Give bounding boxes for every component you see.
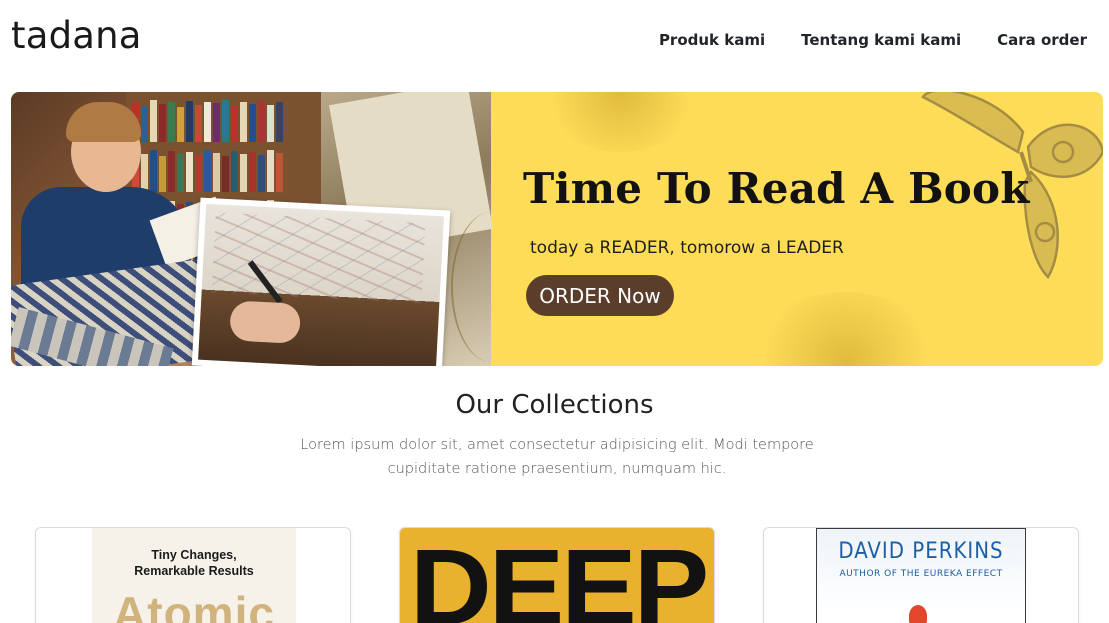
nav-link-produk-kami[interactable]: Produk kami	[659, 31, 765, 49]
hand-image	[229, 300, 302, 344]
leaf-decoration	[451, 212, 531, 362]
book-cover-deep-work: DEEP	[400, 527, 714, 623]
collections-description: Lorem ipsum dolor sit, amet consectetur …	[300, 437, 814, 477]
decor-blob	[751, 292, 941, 366]
collections-title: Our Collections	[455, 390, 654, 420]
cover-title: Atomic	[113, 587, 275, 623]
nav-link-tentang-kami[interactable]: Tentang kami kami	[801, 31, 961, 49]
cover-byline: AUTHOR OF THE EUREKA EFFECT	[839, 569, 1003, 579]
book-card[interactable]: Tiny Changes, Remarkable Results Atomic	[35, 527, 351, 623]
order-now-button[interactable]: ORDER Now	[526, 275, 674, 316]
decor-blob	[541, 92, 701, 152]
book-cover-atomic-habits: Tiny Changes, Remarkable Results Atomic	[92, 528, 296, 623]
brand-logo[interactable]: tadana	[11, 14, 142, 57]
nav-link-cara-order[interactable]: Cara order	[997, 31, 1087, 49]
nav-menu: Produk kami Tentang kami kami Cara order	[659, 31, 1087, 49]
book-card[interactable]: DAVID PERKINS AUTHOR OF THE EUREKA EFFEC…	[763, 527, 1079, 623]
book-card[interactable]: DEEP	[399, 527, 715, 623]
book-cover-david-perkins: DAVID PERKINS AUTHOR OF THE EUREKA EFFEC…	[816, 528, 1026, 623]
navbar: tadana Produk kami Tentang kami kami Car…	[0, 0, 1109, 80]
hero-banner: Time To Read A Book today a READER, tomo…	[11, 92, 1103, 366]
hero-subtitle: today a READER, tomorow a LEADER	[530, 238, 844, 258]
cover-title: DEEP	[409, 527, 709, 623]
cover-illustration	[909, 605, 927, 623]
hero-title: Time To Read A Book	[523, 164, 1030, 213]
cover-author: DAVID PERKINS	[838, 539, 1004, 564]
hero-photo-map-writing	[191, 197, 451, 366]
cover-tagline-2: Remarkable Results	[134, 564, 254, 578]
map-image	[211, 212, 426, 304]
cover-tagline-1: Tiny Changes,	[151, 548, 237, 562]
